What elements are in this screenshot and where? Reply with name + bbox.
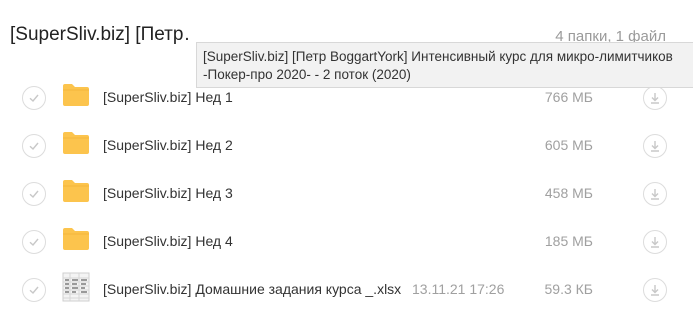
download-button[interactable]: [643, 278, 667, 302]
folder-title: [SuperSliv.biz] [Петр…: [10, 24, 190, 45]
select-checkbox[interactable]: [22, 134, 46, 158]
list-item[interactable]: [SuperSliv.biz] Нед 3 458 МБ: [0, 172, 693, 220]
item-size: 59.3 КБ: [544, 281, 593, 297]
tooltip-line: [SuperSliv.biz] [Петр BoggartYork] Интен…: [203, 49, 673, 64]
select-checkbox[interactable]: [22, 86, 46, 110]
checkmark-icon: [29, 286, 39, 295]
select-checkbox[interactable]: [22, 182, 46, 206]
item-size: 605 МБ: [544, 137, 593, 153]
list-item[interactable]: [SuperSliv.biz] Нед 4 185 МБ: [0, 220, 693, 268]
download-icon: [651, 189, 659, 200]
item-size: 185 МБ: [544, 233, 593, 249]
select-checkbox[interactable]: [22, 278, 46, 302]
list-item[interactable]: [SuperSliv.biz] Домашние задания курса _…: [0, 268, 693, 316]
checkmark-icon: [29, 94, 39, 103]
download-button[interactable]: [643, 86, 667, 110]
folder-icon: [63, 132, 89, 154]
tooltip-line: -Покер-про 2020- - 2 поток (2020): [203, 67, 411, 82]
download-button[interactable]: [643, 134, 667, 158]
download-icon: [651, 237, 659, 248]
folder-icon: [63, 228, 89, 250]
download-icon: [651, 285, 659, 296]
item-name[interactable]: [SuperSliv.biz] Нед 3: [103, 185, 233, 201]
item-name[interactable]: [SuperSliv.biz] Нед 1: [103, 89, 233, 105]
download-button[interactable]: [643, 182, 667, 206]
item-size: 458 МБ: [544, 185, 593, 201]
select-checkbox[interactable]: [22, 230, 46, 254]
item-size: 766 МБ: [544, 89, 593, 105]
download-button[interactable]: [643, 230, 667, 254]
title-tooltip: [SuperSliv.biz] [Петр BoggartYork] Интен…: [196, 42, 693, 88]
checkmark-icon: [29, 190, 39, 199]
item-name[interactable]: [SuperSliv.biz] Домашние задания курса _…: [103, 281, 401, 297]
spreadsheet-file-icon: [62, 272, 90, 302]
item-date: 13.11.21 17:26: [412, 281, 505, 297]
download-icon: [651, 93, 659, 104]
folder-icon: [63, 84, 89, 106]
download-icon: [651, 141, 659, 152]
list-item[interactable]: [SuperSliv.biz] Нед 2 605 МБ: [0, 124, 693, 172]
folder-icon: [63, 180, 89, 202]
item-name[interactable]: [SuperSliv.biz] Нед 2: [103, 137, 233, 153]
checkmark-icon: [29, 142, 39, 151]
checkmark-icon: [29, 238, 39, 247]
item-name[interactable]: [SuperSliv.biz] Нед 4: [103, 233, 233, 249]
